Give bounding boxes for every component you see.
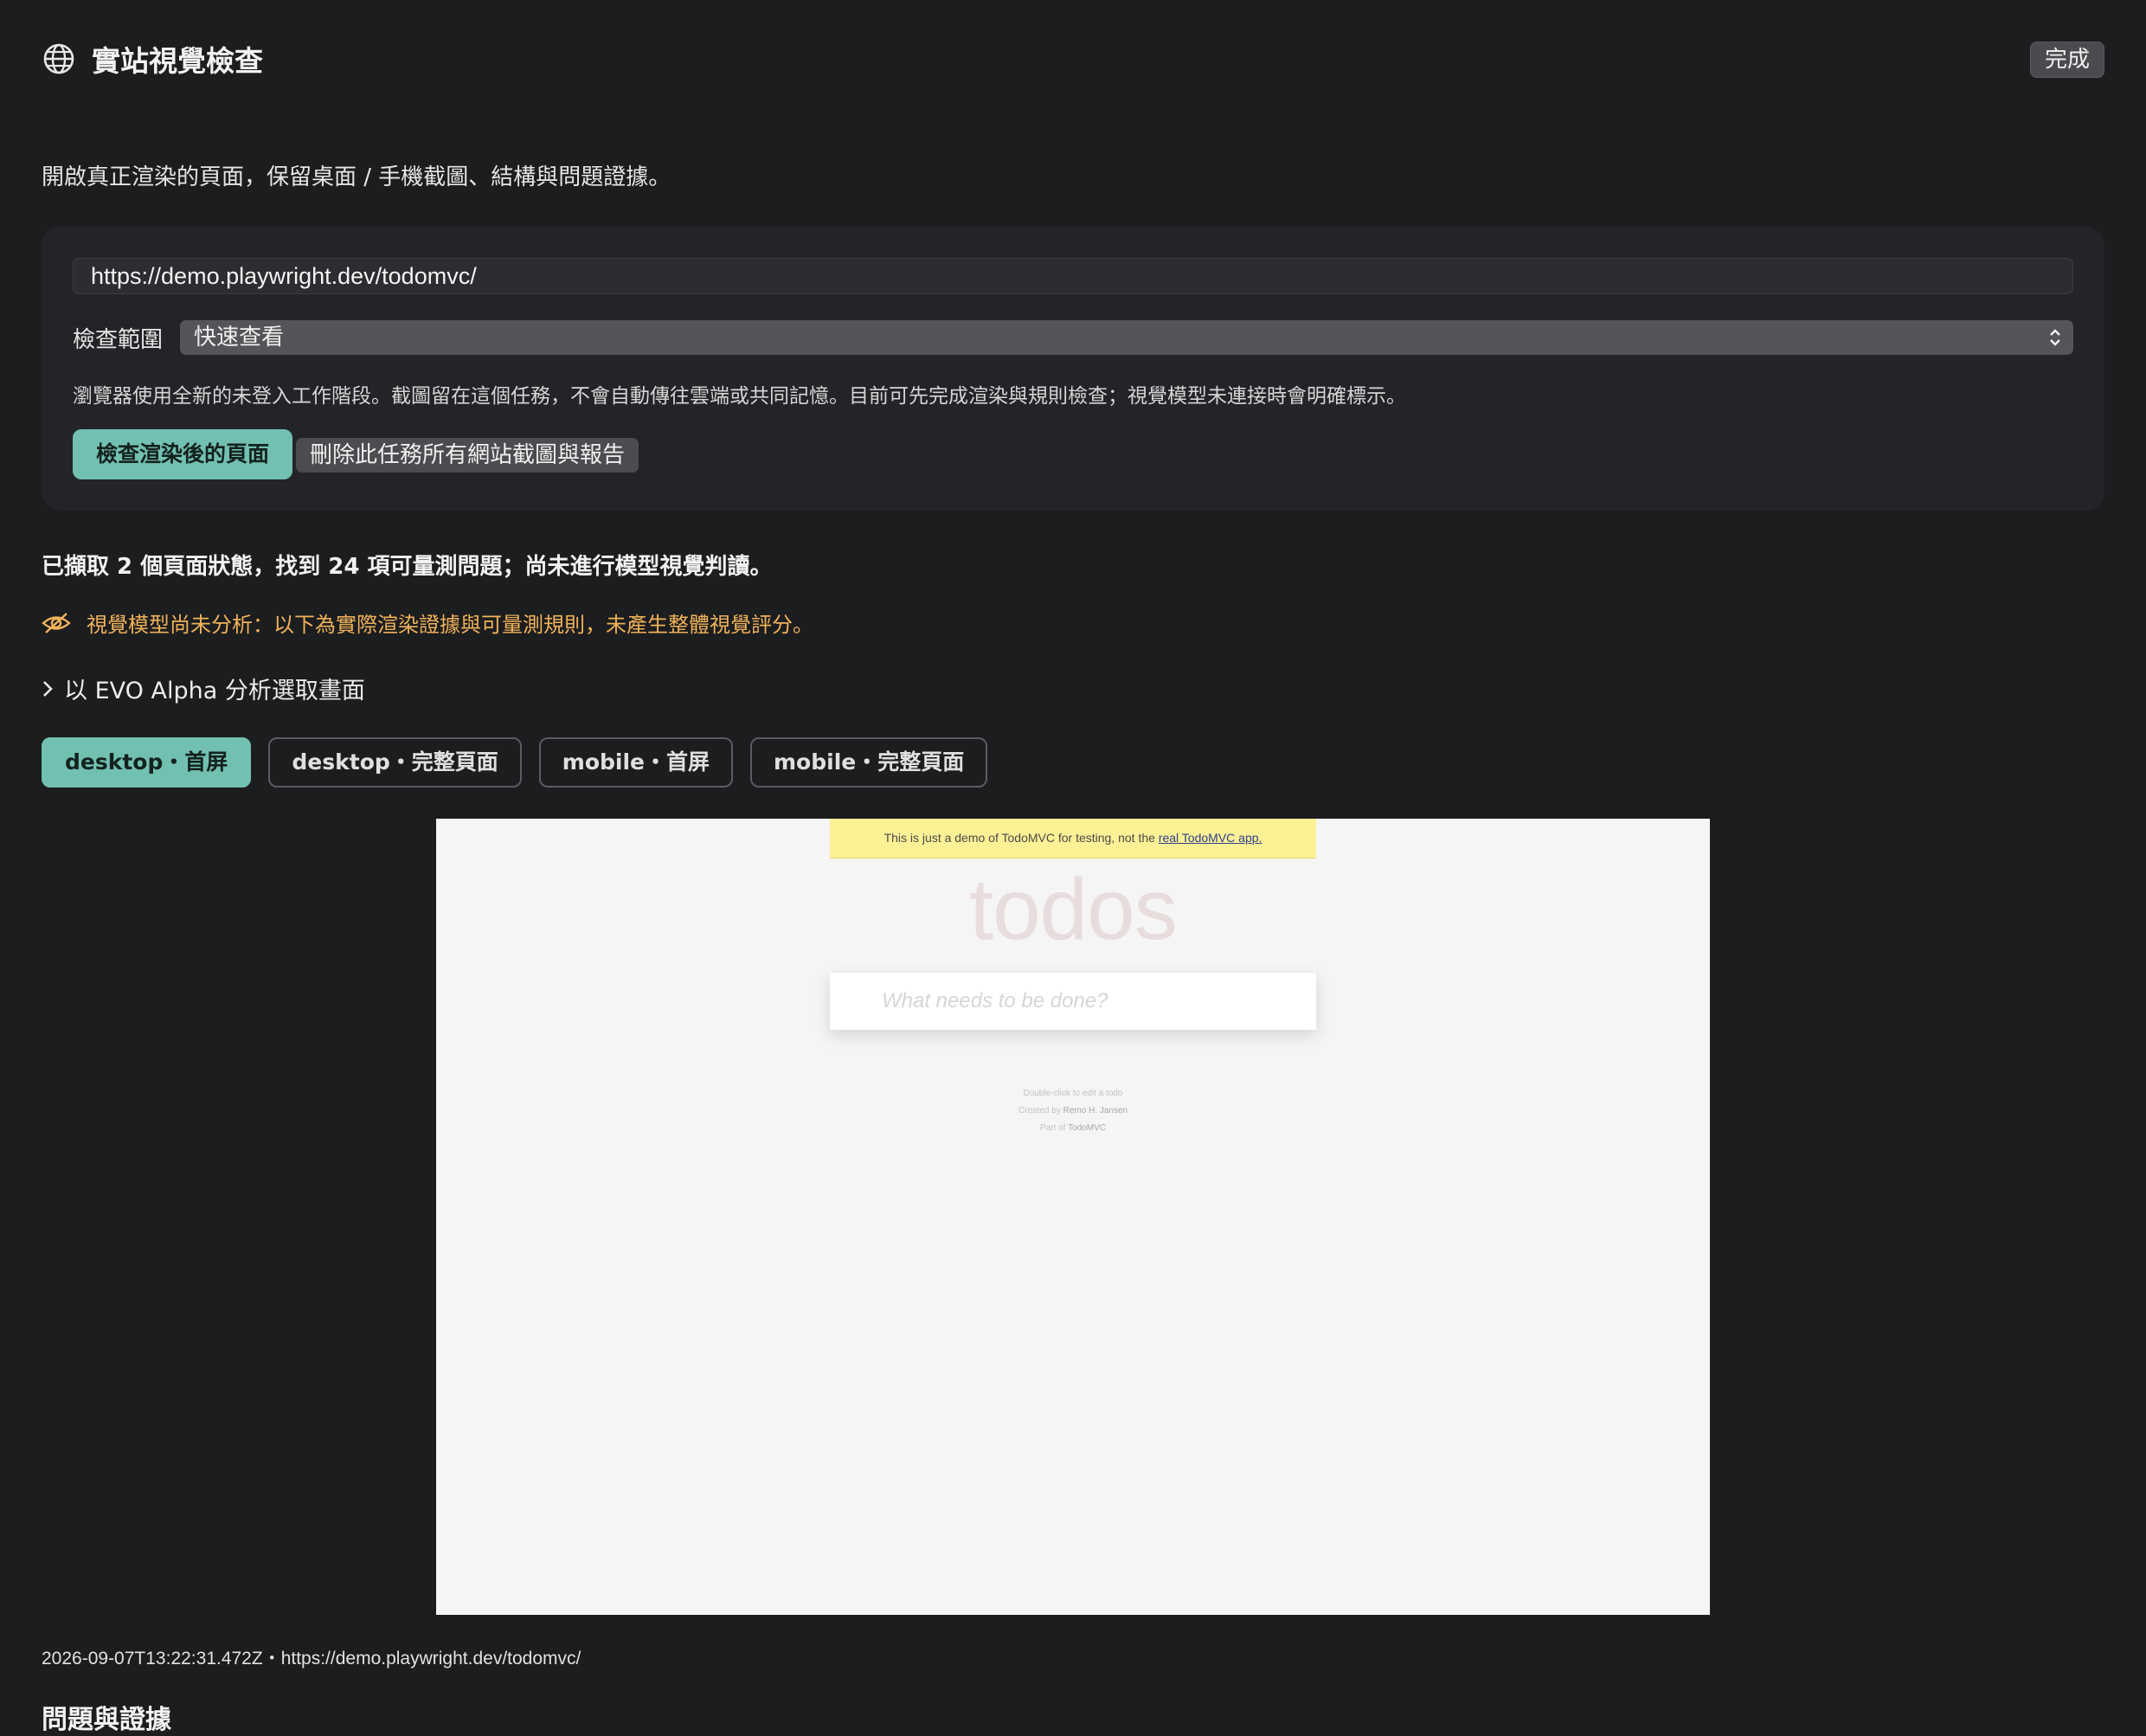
issues-section-title: 問題與證據: [42, 1705, 171, 1735]
chevron-right-icon: [43, 680, 53, 697]
info-author: Remo H. Jansen: [1063, 1106, 1128, 1116]
todo-info-footer: Double-click to edit a todo Created by R…: [436, 1085, 1710, 1137]
intro-text: 開啟真正渲染的頁面，保留桌面 / 手機截圖、結構與問題證據。: [42, 164, 671, 190]
eye-slash-icon: [42, 612, 71, 633]
info-line-1: Double-click to edit a todo: [1023, 1089, 1123, 1098]
demo-banner-text: This is just a demo of TodoMVC for testi…: [883, 831, 1155, 845]
expander-label: 以 EVO Alpha 分析選取畫面: [64, 678, 365, 704]
evo-alpha-expander[interactable]: 以 EVO Alpha 分析選取畫面: [42, 672, 365, 705]
demo-banner: This is just a demo of TodoMVC for testi…: [830, 819, 1316, 858]
screenshot-preview: This is just a demo of TodoMVC for testi…: [436, 819, 1710, 1615]
delete-screenshots-button[interactable]: 刪除此任務所有網站截圖與報告: [296, 438, 639, 473]
info-line-3: Part of TodoMVC: [436, 1120, 1710, 1137]
tab-mobile-above-fold[interactable]: mobile・首屏: [538, 737, 733, 788]
vision-warning: 視覺模型尚未分析：以下為實際渲染證據與可量測規則，未產生整體視覺評分。: [42, 608, 813, 638]
privacy-note: 瀏覽器使用全新的未登入工作階段。截圖留在這個任務，不會自動傳往雲端或共同記憶。目…: [73, 385, 1406, 408]
tab-desktop-full-page[interactable]: desktop・完整頁面: [268, 737, 522, 788]
scope-label: 檢查範圍: [73, 326, 164, 353]
screenshot-tabs: desktop・首屏 desktop・完整頁面 mobile・首屏 mobile…: [42, 737, 988, 788]
capture-summary: 已擷取 2 個頁面狀態，找到 24 項可量測問題；尚未進行模型視覺判讀。: [42, 554, 773, 580]
scope-row: 檢查範圍 快速查看: [73, 320, 2073, 355]
todos-app-title: todos: [969, 861, 1178, 958]
real-todomvc-link: real TodoMVC app.: [1158, 831, 1263, 845]
inspect-form-panel: https://demo.playwright.dev/todomvc/ 檢查範…: [42, 227, 2104, 511]
scope-select[interactable]: 快速查看: [180, 320, 2073, 355]
done-button[interactable]: 完成: [2029, 42, 2104, 78]
scope-selected-value: 快速查看: [194, 325, 285, 350]
inspect-rendered-page-button[interactable]: 檢查渲染後的頁面: [73, 429, 293, 479]
todo-input-preview: What needs to be done?: [830, 973, 1316, 1030]
vision-warning-text: 視覺模型尚未分析：以下為實際渲染證據與可量測規則，未產生整體視覺評分。: [87, 613, 813, 637]
globe-icon: [43, 43, 74, 74]
page-title: 實站視覺檢查: [92, 44, 263, 78]
tab-desktop-above-fold[interactable]: desktop・首屏: [42, 737, 252, 788]
select-chevrons-icon: [2050, 329, 2060, 346]
info-todomvc: TodoMVC: [1068, 1123, 1106, 1133]
url-input[interactable]: https://demo.playwright.dev/todomvc/: [73, 258, 2073, 294]
info-line-2: Created by Remo H. Jansen: [436, 1103, 1710, 1120]
tab-mobile-full-page[interactable]: mobile・完整頁面: [750, 737, 988, 788]
info-part-of-label: Part of: [1040, 1123, 1066, 1133]
info-created-by-label: Created by: [1018, 1106, 1061, 1116]
capture-meta: 2026-09-07T13:22:31.472Z・https://demo.pl…: [42, 1649, 581, 1668]
page-header: 實站視覺檢查: [42, 38, 263, 80]
